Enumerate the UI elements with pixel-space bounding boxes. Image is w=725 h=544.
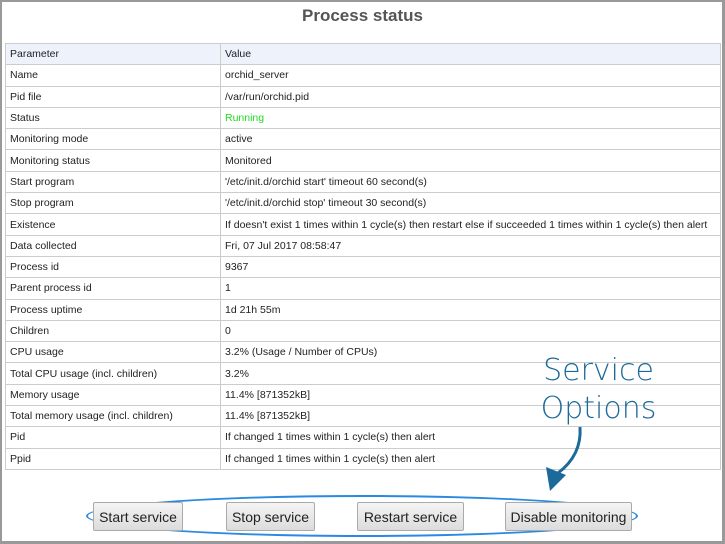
annotation-arrow-icon xyxy=(546,426,582,491)
parameter-cell: Memory usage xyxy=(5,383,221,407)
parameter-cell: Process uptime xyxy=(5,298,221,321)
parameter-cell: Parent process id xyxy=(5,277,221,300)
table-row: Process id 9367 xyxy=(5,255,721,279)
disable-monitoring-button[interactable]: Disable monitoring xyxy=(505,502,632,531)
service-options-annotation: Service Options xyxy=(536,352,661,428)
table-row: Process uptime 1d 21h 55m xyxy=(5,298,721,321)
value-cell: Fri, 07 Jul 2017 08:58:47 xyxy=(220,234,721,257)
parameter-cell: Children xyxy=(5,319,221,343)
value-cell: If changed 1 times within 1 cycle(s) the… xyxy=(220,426,721,449)
table-row: Pid If changed 1 times within 1 cycle(s) … xyxy=(5,426,721,449)
value-cell: '/etc/init.d/orchid start' timeout 60 se… xyxy=(220,170,721,194)
value-cell: /var/run/orchid.pid xyxy=(220,85,721,108)
parameter-cell: CPU usage xyxy=(5,341,221,364)
parameter-cell: Monitoring mode xyxy=(5,128,221,151)
value-cell: 0 xyxy=(220,319,721,343)
table-row: Pid file/var/run/orchid.pid xyxy=(5,85,721,108)
table-row: Name orchid_server xyxy=(5,64,721,87)
value-cell: 1 xyxy=(220,277,721,300)
table-row: Status Running xyxy=(5,106,721,130)
table-row: Ppid If changed 1 times within 1 cycle(s)… xyxy=(5,447,721,470)
restart-service-button[interactable]: Restart service xyxy=(357,502,464,531)
start-service-button[interactable]: Start service xyxy=(93,502,183,531)
annotation-line-1: Service xyxy=(543,353,654,388)
value-cell: 1d 21h 55m xyxy=(220,298,721,321)
parameter-cell: Total CPU usage (incl. children) xyxy=(5,362,221,385)
value-cell: orchid_server xyxy=(220,64,721,87)
parameter-cell: Data collected xyxy=(5,234,221,257)
value-cell: Monitored xyxy=(220,149,721,172)
value-cell: 9367 xyxy=(220,255,721,279)
parameter-cell: Ppid xyxy=(5,447,221,470)
table-header-row: Parameter Value xyxy=(5,42,721,66)
value-cell: If doesn't exist 1 times within 1 cycle(… xyxy=(220,213,721,236)
parameter-cell: Total memory usage (incl. children) xyxy=(5,405,221,428)
table-row: Data collected Fri, 07 Jul 2017 08:58:47 xyxy=(5,234,721,257)
parameter-cell: Process id xyxy=(5,255,221,279)
table-row: Parent process id 1 xyxy=(5,277,721,300)
column-header-parameter: Parameter xyxy=(5,42,221,66)
annotation-line-2: Options xyxy=(540,391,657,426)
page-title: Process status xyxy=(302,6,423,25)
column-header-value: Value xyxy=(220,42,721,66)
value-cell: '/etc/init.d/orchid stop' timeout 30 sec… xyxy=(220,192,721,215)
value-cell: active xyxy=(220,128,721,151)
parameter-cell: Pid file xyxy=(5,85,221,108)
parameter-cell: Status xyxy=(5,106,221,130)
parameter-cell: Stop program xyxy=(5,192,221,215)
parameter-cell: Monitoring status xyxy=(5,149,221,172)
parameter-cell: Name xyxy=(5,64,221,87)
table-row: Stop program '/etc/init.d/orchid stop' ti… xyxy=(5,192,721,215)
table-row: Monitoring mode active xyxy=(5,128,721,151)
table-row: Monitoring status Monitored xyxy=(5,149,721,172)
parameter-cell: Pid xyxy=(5,426,221,449)
value-cell: If changed 1 times within 1 cycle(s) the… xyxy=(220,447,721,470)
value-cell: Running xyxy=(220,106,721,130)
stop-service-button[interactable]: Stop service xyxy=(226,502,315,531)
parameter-cell: Start program xyxy=(5,170,221,194)
table-row: Start program '/etc/init.d/orchid start' … xyxy=(5,170,721,194)
table-row: Existence If doesn't exist 1 times within… xyxy=(5,213,721,236)
table-row: Children 0 xyxy=(5,319,721,343)
parameter-cell: Existence xyxy=(5,213,221,236)
